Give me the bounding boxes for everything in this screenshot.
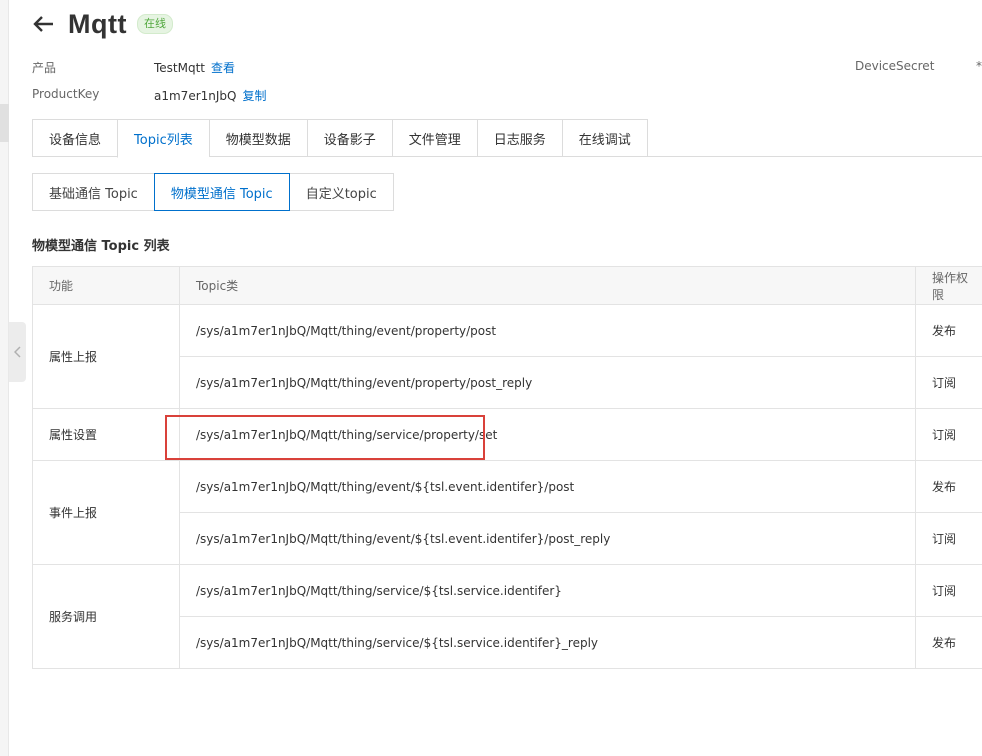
tab-log-service[interactable]: 日志服务 xyxy=(476,119,562,157)
tab-device-info[interactable]: 设备信息 xyxy=(32,119,118,157)
arrow-left-icon xyxy=(33,16,53,32)
topic-cell: /sys/a1m7er1nJbQ/Mqtt/thing/event/proper… xyxy=(179,356,916,409)
permission-cell: 发布 xyxy=(915,616,982,669)
left-sidebar-strip xyxy=(0,0,9,756)
column-header-function: 功能 xyxy=(32,266,180,305)
product-value-row: TestMqtt 查看 xyxy=(154,59,235,76)
product-label: 产品 xyxy=(32,61,57,75)
productkey-value: a1m7er1nJbQ xyxy=(154,89,237,103)
chevron-left-icon xyxy=(13,346,21,358)
table-header-row: 功能 Topic类 操作权限 xyxy=(32,266,982,305)
devicesecret-label: DeviceSecret xyxy=(855,59,935,73)
productkey-label: ProductKey xyxy=(32,87,100,101)
productkey-value-row: a1m7er1nJbQ 复制 xyxy=(154,87,267,104)
subtab-basic-topic[interactable]: 基础通信 Topic xyxy=(32,173,155,211)
topic-cell: /sys/a1m7er1nJbQ/Mqtt/thing/service/${ts… xyxy=(179,616,916,669)
topic-table: 功能 Topic类 操作权限 属性上报 /sys/a1m7er1nJbQ/Mqt… xyxy=(32,266,982,669)
table-row: 事件上报 /sys/a1m7er1nJbQ/Mqtt/thing/event/$… xyxy=(32,460,982,565)
tab-file-management[interactable]: 文件管理 xyxy=(391,119,477,157)
sidebar-collapse-handle[interactable] xyxy=(9,322,26,382)
product-value: TestMqtt xyxy=(154,61,206,75)
devicesecret-value: * xyxy=(976,59,982,73)
main-tabs: 设备信息 Topic列表 物模型数据 设备影子 文件管理 日志服务 在线调试 xyxy=(32,119,982,158)
function-cell: 服务调用 xyxy=(32,564,180,669)
back-button[interactable] xyxy=(32,13,54,35)
function-cell: 属性设置 xyxy=(32,408,180,461)
permission-cell: 订阅 xyxy=(915,512,982,565)
tab-online-debug[interactable]: 在线调试 xyxy=(561,119,648,157)
view-product-link[interactable]: 查看 xyxy=(211,61,235,75)
page-header: Mqtt 在线 xyxy=(32,6,173,42)
sidebar-marker xyxy=(0,104,9,142)
table-row: 属性设置 /sys/a1m7er1nJbQ/Mqtt/thing/service… xyxy=(32,408,982,461)
column-header-permission: 操作权限 xyxy=(915,266,982,305)
topic-cell: /sys/a1m7er1nJbQ/Mqtt/thing/event/${tsl.… xyxy=(179,512,916,565)
table-row: 属性上报 /sys/a1m7er1nJbQ/Mqtt/thing/event/p… xyxy=(32,304,982,409)
topic-cell: /sys/a1m7er1nJbQ/Mqtt/thing/event/proper… xyxy=(179,304,916,357)
copy-productkey-link[interactable]: 复制 xyxy=(242,89,266,103)
topic-cell: /sys/a1m7er1nJbQ/Mqtt/thing/event/${tsl.… xyxy=(179,460,916,513)
column-header-topic: Topic类 xyxy=(179,266,916,305)
topic-cell: /sys/a1m7er1nJbQ/Mqtt/thing/service/${ts… xyxy=(179,564,916,617)
permission-cell: 订阅 xyxy=(915,356,982,409)
sub-tabs: 基础通信 Topic 物模型通信 Topic 自定义topic xyxy=(32,173,394,211)
page-title: Mqtt xyxy=(68,8,127,39)
subtab-custom-topic[interactable]: 自定义topic xyxy=(288,173,394,211)
permission-cell: 订阅 xyxy=(915,564,982,617)
section-title: 物模型通信 Topic 列表 xyxy=(32,239,170,254)
function-cell: 属性上报 xyxy=(32,304,180,409)
tab-device-shadow[interactable]: 设备影子 xyxy=(306,119,392,157)
permission-cell: 订阅 xyxy=(915,408,982,461)
table-row: 服务调用 /sys/a1m7er1nJbQ/Mqtt/thing/service… xyxy=(32,564,982,669)
subtab-thing-model-topic[interactable]: 物模型通信 Topic xyxy=(153,173,290,211)
status-badge: 在线 xyxy=(136,14,173,34)
tab-thing-model-data[interactable]: 物模型数据 xyxy=(208,119,307,157)
topic-cell: /sys/a1m7er1nJbQ/Mqtt/thing/service/prop… xyxy=(179,408,916,461)
tab-topic-list[interactable]: Topic列表 xyxy=(117,119,209,158)
permission-cell: 发布 xyxy=(915,460,982,513)
function-cell: 事件上报 xyxy=(32,460,180,565)
permission-cell: 发布 xyxy=(915,304,982,357)
